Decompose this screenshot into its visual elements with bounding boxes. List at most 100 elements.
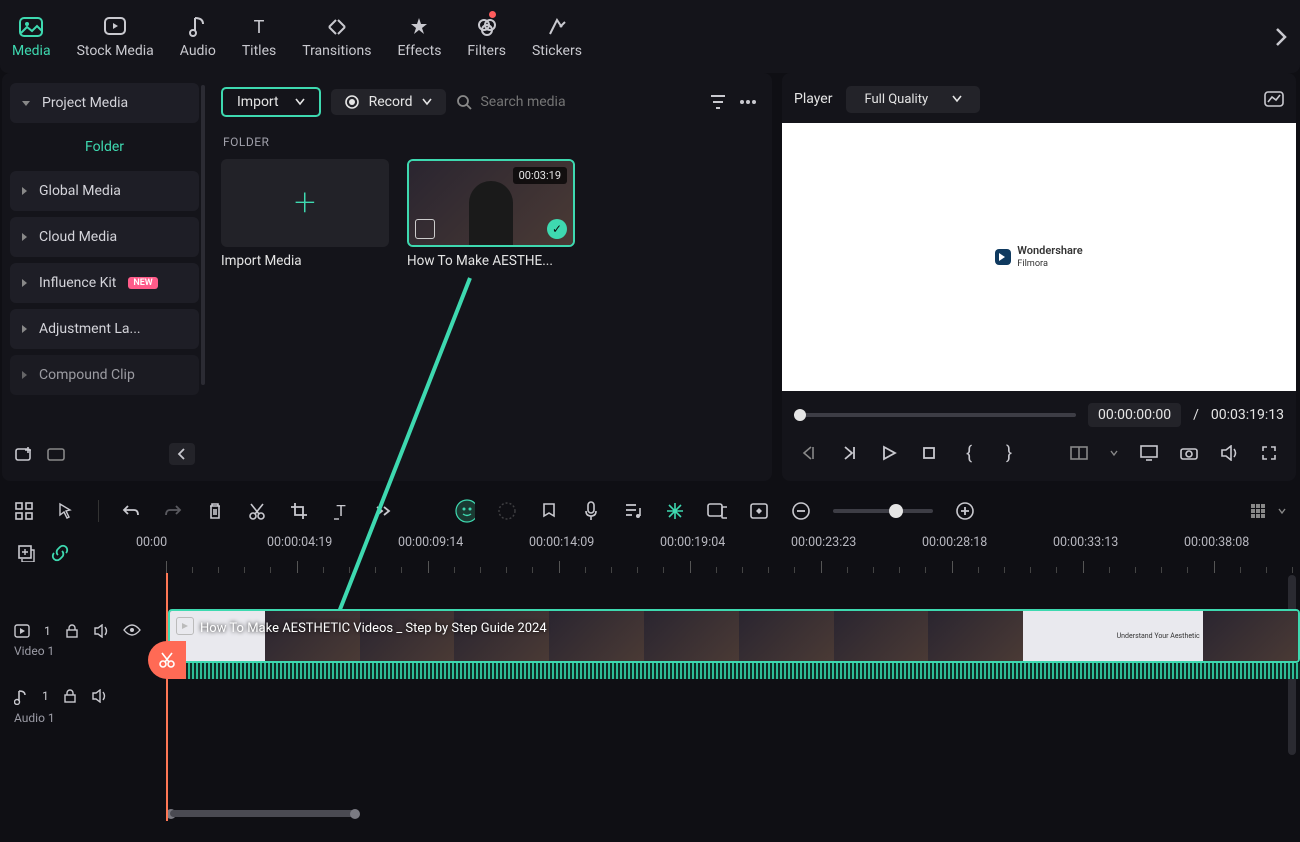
chevron-down-icon[interactable] xyxy=(1278,507,1286,515)
video-track-head[interactable]: 1 Video 1 xyxy=(0,603,166,679)
record-button[interactable]: Record xyxy=(331,89,447,115)
more-tools-icon[interactable] xyxy=(373,501,393,521)
tab-effects[interactable]: Effects xyxy=(397,15,441,59)
redo-icon[interactable] xyxy=(163,501,183,521)
volume-icon[interactable] xyxy=(1220,444,1238,462)
more-icon[interactable] xyxy=(738,92,758,112)
crop-icon[interactable] xyxy=(289,501,309,521)
folder-section-label: FOLDER xyxy=(223,135,756,149)
mark-out-icon[interactable]: } xyxy=(1000,444,1018,462)
tab-filters[interactable]: Filters xyxy=(467,15,506,59)
view-mode-icon[interactable] xyxy=(1248,501,1268,521)
marker-icon[interactable] xyxy=(539,501,559,521)
split-handle-icon[interactable] xyxy=(148,641,186,679)
step-forward-icon[interactable] xyxy=(840,444,858,462)
render-icon[interactable] xyxy=(665,501,685,521)
import-media-card[interactable]: + Import Media xyxy=(221,159,389,269)
lock-icon[interactable] xyxy=(63,689,77,705)
sidebar-project-media[interactable]: Project Media xyxy=(10,83,199,123)
tab-stock-media[interactable]: Stock Media xyxy=(77,15,154,59)
mic-icon[interactable] xyxy=(581,501,601,521)
filter-icon[interactable] xyxy=(708,92,728,112)
zoom-slider[interactable] xyxy=(833,509,933,513)
link-icon[interactable] xyxy=(50,543,70,563)
video-track-1: 1 Video 1 How To Make AESTHETIC Videos _… xyxy=(0,603,1300,679)
player-scrubber[interactable] xyxy=(794,413,1076,417)
transitions-icon xyxy=(325,15,349,39)
zoom-in-icon[interactable] xyxy=(955,501,975,521)
apps-icon[interactable] xyxy=(14,501,34,521)
new-folder-icon[interactable] xyxy=(14,444,34,464)
stickers-icon xyxy=(545,15,569,39)
delete-icon[interactable] xyxy=(205,501,225,521)
media-sidebar: Project Media Folder Global Media Cloud … xyxy=(2,73,207,481)
video-clip[interactable]: How To Make AESTHETIC Videos _ Step by S… xyxy=(168,609,1300,663)
sidebar-adjustment-layer[interactable]: Adjustment La... xyxy=(10,309,199,349)
sidebar-global-media[interactable]: Global Media xyxy=(10,171,199,211)
ai-avatar-icon[interactable] xyxy=(455,501,475,521)
sparkle-icon[interactable] xyxy=(497,501,517,521)
tab-stickers[interactable]: Stickers xyxy=(532,15,582,59)
audio-track-head[interactable]: 1 Audio 1 xyxy=(0,679,166,735)
timeline-toolbar: T xyxy=(0,489,1300,533)
music-list-icon[interactable] xyxy=(623,501,643,521)
mute-icon[interactable] xyxy=(93,624,109,638)
plus-icon: + xyxy=(294,181,315,225)
snapshot-icon[interactable] xyxy=(1180,444,1198,462)
fullscreen-icon[interactable] xyxy=(1260,444,1278,462)
lock-icon[interactable] xyxy=(65,624,79,638)
sidebar-compound-clip[interactable]: Compound Clip xyxy=(10,355,199,395)
device-icon[interactable] xyxy=(707,501,727,521)
playhead[interactable] xyxy=(166,573,168,821)
video-track-icon xyxy=(14,624,30,638)
zoom-out-icon[interactable] xyxy=(791,501,811,521)
search-icon xyxy=(456,94,472,110)
tabs-next-icon[interactable] xyxy=(1274,26,1288,48)
display-icon[interactable] xyxy=(1140,444,1158,462)
tab-transitions[interactable]: Transitions xyxy=(302,15,371,59)
stop-icon[interactable] xyxy=(920,444,938,462)
audio-icon xyxy=(186,15,210,39)
sidebar-folder[interactable]: Folder xyxy=(10,129,199,165)
chevron-down-icon[interactable] xyxy=(1110,449,1118,457)
sidebar-collapse-icon[interactable] xyxy=(169,443,195,465)
visibility-icon[interactable] xyxy=(123,624,141,638)
chevron-down-icon xyxy=(295,98,305,106)
duration-badge: 00:03:19 xyxy=(513,167,567,184)
timeline-tracks: 1 Video 1 How To Make AESTHETIC Videos _… xyxy=(0,573,1300,821)
import-button[interactable]: Import xyxy=(221,87,321,117)
cursor-icon[interactable] xyxy=(56,501,76,521)
text-icon[interactable]: T xyxy=(331,501,351,521)
folder-icon[interactable] xyxy=(46,444,66,464)
sidebar-scrollbar[interactable] xyxy=(201,85,205,385)
tab-media[interactable]: Media xyxy=(12,15,51,59)
play-icon[interactable] xyxy=(880,444,898,462)
sidebar-cloud-media[interactable]: Cloud Media xyxy=(10,217,199,257)
svg-text:T: T xyxy=(336,502,346,520)
effects-icon xyxy=(407,15,431,39)
media-browser: Import Record FOLDER xyxy=(207,73,772,481)
timeline-hscrollbar[interactable] xyxy=(166,810,1288,817)
mute-icon[interactable] xyxy=(91,689,107,705)
timeline-ruler[interactable]: 00:0000:00:04:1900:00:09:1400:00:14:0900… xyxy=(166,533,1300,573)
media-clip-card[interactable]: 00:03:19 ✓ How To Make AESTHE... xyxy=(407,159,575,269)
titles-icon: T xyxy=(247,15,271,39)
search-input[interactable] xyxy=(456,94,640,110)
media-icon xyxy=(19,15,43,39)
cut-icon[interactable] xyxy=(247,501,267,521)
chart-icon[interactable] xyxy=(1264,89,1284,109)
layout-icon[interactable] xyxy=(1070,444,1088,462)
annotation-arrow xyxy=(300,260,500,481)
new-indicator-icon xyxy=(489,11,496,18)
tab-audio[interactable]: Audio xyxy=(180,15,216,59)
prev-frame-icon[interactable] xyxy=(800,444,818,462)
mark-in-icon[interactable]: { xyxy=(960,444,978,462)
check-icon: ✓ xyxy=(547,219,567,239)
undo-icon[interactable] xyxy=(121,501,141,521)
quality-dropdown[interactable]: Full Quality xyxy=(846,86,980,113)
preview-viewport[interactable]: WondershareFilmora xyxy=(782,123,1296,391)
tab-titles[interactable]: T Titles xyxy=(242,15,276,59)
keyframe-icon[interactable] xyxy=(749,501,769,521)
sidebar-influence-kit[interactable]: Influence KitNEW xyxy=(10,263,199,303)
add-track-icon[interactable] xyxy=(16,543,36,563)
